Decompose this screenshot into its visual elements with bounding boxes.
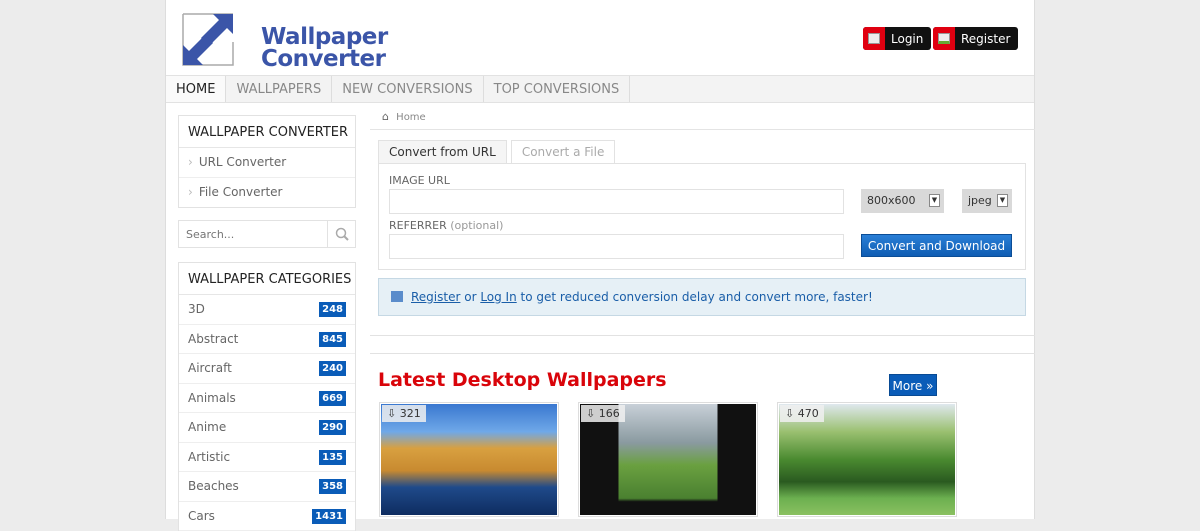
count-value: 321 — [400, 407, 421, 420]
category-count-badge: 248 — [319, 302, 346, 317]
dropdown-arrow-icon: ▼ — [997, 194, 1008, 207]
categories-title: WALLPAPER CATEGORIES — [179, 263, 355, 295]
convert-form: IMAGE URL 800x600 ▼ jpeg ▼ REFERRER (optio… — [378, 163, 1026, 270]
category-name: Beaches — [188, 479, 239, 493]
category-name: 3D — [188, 302, 205, 316]
category-item[interactable]: Abstract 845 — [179, 325, 355, 355]
category-item[interactable]: Aircraft 240 — [179, 354, 355, 384]
category-name: Artistic — [188, 450, 230, 464]
convert-and-download-button[interactable]: Convert and Download — [861, 234, 1012, 257]
breadcrumb-home[interactable]: Home — [396, 112, 426, 123]
download-count: ⇩ 166 — [581, 405, 625, 422]
lock-icon — [863, 27, 885, 50]
category-name: Animals — [188, 391, 236, 405]
category-name: Aircraft — [188, 361, 232, 375]
category-count-badge: 358 — [319, 479, 346, 494]
page-container: WallpaperConverter Login Register HOME W… — [165, 0, 1035, 519]
category-count-badge: 240 — [319, 361, 346, 376]
item-label: URL Converter — [199, 155, 286, 169]
logo-line2: Converter — [261, 48, 388, 70]
register-icon — [933, 27, 955, 50]
empty-bar — [370, 335, 1035, 354]
category-item[interactable]: Beaches 358 — [179, 472, 355, 502]
category-item[interactable]: Anime 290 — [179, 413, 355, 443]
latest-wallpapers-title: Latest Desktop Wallpapers — [378, 369, 667, 391]
category-count-badge: 1431 — [312, 509, 346, 524]
nav-home[interactable]: HOME — [166, 76, 226, 102]
notice-text: to get reduced conversion delay and conv… — [517, 290, 873, 304]
wallpaper-thumb[interactable]: ⇩ 470 — [777, 402, 957, 517]
search-input[interactable] — [179, 221, 327, 247]
converter-title: WALLPAPER CONVERTER — [179, 116, 355, 148]
category-count-badge: 669 — [319, 391, 346, 406]
category-item[interactable]: 3D 248 — [179, 295, 355, 325]
format-select[interactable]: jpeg ▼ — [962, 189, 1012, 213]
chevron-right-icon: › — [188, 185, 193, 199]
login-link[interactable]: Log In — [480, 290, 516, 304]
more-button[interactable]: More » — [889, 374, 937, 396]
item-label: File Converter — [199, 185, 283, 199]
tab-convert-from-url[interactable]: Convert from URL — [378, 140, 507, 164]
image-url-input[interactable] — [389, 189, 844, 214]
dropdown-arrow-icon: ▼ — [929, 194, 940, 207]
referrer-input[interactable] — [389, 234, 844, 259]
category-item[interactable]: Artistic 135 — [179, 443, 355, 473]
home-icon: ⌂ — [382, 110, 389, 123]
sidebar-item-file-converter[interactable]: › File Converter — [179, 178, 355, 208]
search-button[interactable] — [327, 221, 355, 247]
main-nav: HOME WALLPAPERS NEW CONVERSIONS TOP CONV… — [166, 75, 1034, 103]
register-button[interactable]: Register — [933, 27, 1018, 50]
wallpaper-thumb[interactable]: ⇩ 321 — [379, 402, 559, 517]
info-icon — [391, 291, 403, 302]
breadcrumb: ⌂ Home — [370, 103, 1035, 130]
image-url-label: IMAGE URL — [389, 174, 450, 187]
logo[interactable]: WallpaperConverter — [181, 12, 361, 67]
search-icon — [335, 227, 349, 241]
category-count-badge: 290 — [319, 420, 346, 435]
optional-hint: (optional) — [450, 219, 503, 232]
register-notice: Register or Log In to get reduced conver… — [378, 278, 1026, 316]
register-label: Register — [961, 32, 1010, 46]
notice-or: or — [460, 290, 480, 304]
converter-box: WALLPAPER CONVERTER › URL Converter › File… — [178, 115, 356, 208]
category-count-badge: 845 — [319, 332, 346, 347]
search-box — [178, 220, 356, 248]
sidebar-item-url-converter[interactable]: › URL Converter — [179, 148, 355, 178]
logo-line1: Wallpaper — [261, 26, 388, 48]
count-value: 166 — [599, 407, 620, 420]
category-count-badge: 135 — [319, 450, 346, 465]
size-select[interactable]: 800x600 ▼ — [861, 189, 944, 213]
logo-arrows-icon — [181, 12, 251, 67]
size-value: 800x600 — [867, 194, 916, 207]
nav-wallpapers[interactable]: WALLPAPERS — [226, 76, 332, 102]
download-count: ⇩ 470 — [780, 405, 824, 422]
format-value: jpeg — [968, 194, 992, 207]
login-button[interactable]: Login — [863, 27, 931, 50]
nav-top-conversions[interactable]: TOP CONVERSIONS — [484, 76, 631, 102]
category-name: Abstract — [188, 332, 238, 346]
converter-tabs: Convert from URL Convert a File — [378, 140, 619, 164]
category-name: Anime — [188, 420, 226, 434]
category-name: Cars — [188, 509, 215, 523]
count-value: 470 — [798, 407, 819, 420]
categories-box: WALLPAPER CATEGORIES 3D 248 Abstract 845 Air… — [178, 262, 356, 531]
chevron-right-icon: › — [188, 155, 193, 169]
download-count: ⇩ 321 — [382, 405, 426, 422]
login-label: Login — [891, 32, 923, 46]
referrer-label: REFERRER (optional) — [389, 219, 503, 232]
nav-new-conversions[interactable]: NEW CONVERSIONS — [332, 76, 483, 102]
referrer-label-text: REFERRER — [389, 219, 447, 232]
register-link[interactable]: Register — [411, 290, 460, 304]
tab-convert-a-file[interactable]: Convert a File — [511, 140, 616, 164]
category-item[interactable]: Animals 669 — [179, 384, 355, 414]
wallpaper-thumb[interactable]: ⇩ 166 — [578, 402, 758, 517]
category-item[interactable]: Cars 1431 — [179, 502, 355, 531]
